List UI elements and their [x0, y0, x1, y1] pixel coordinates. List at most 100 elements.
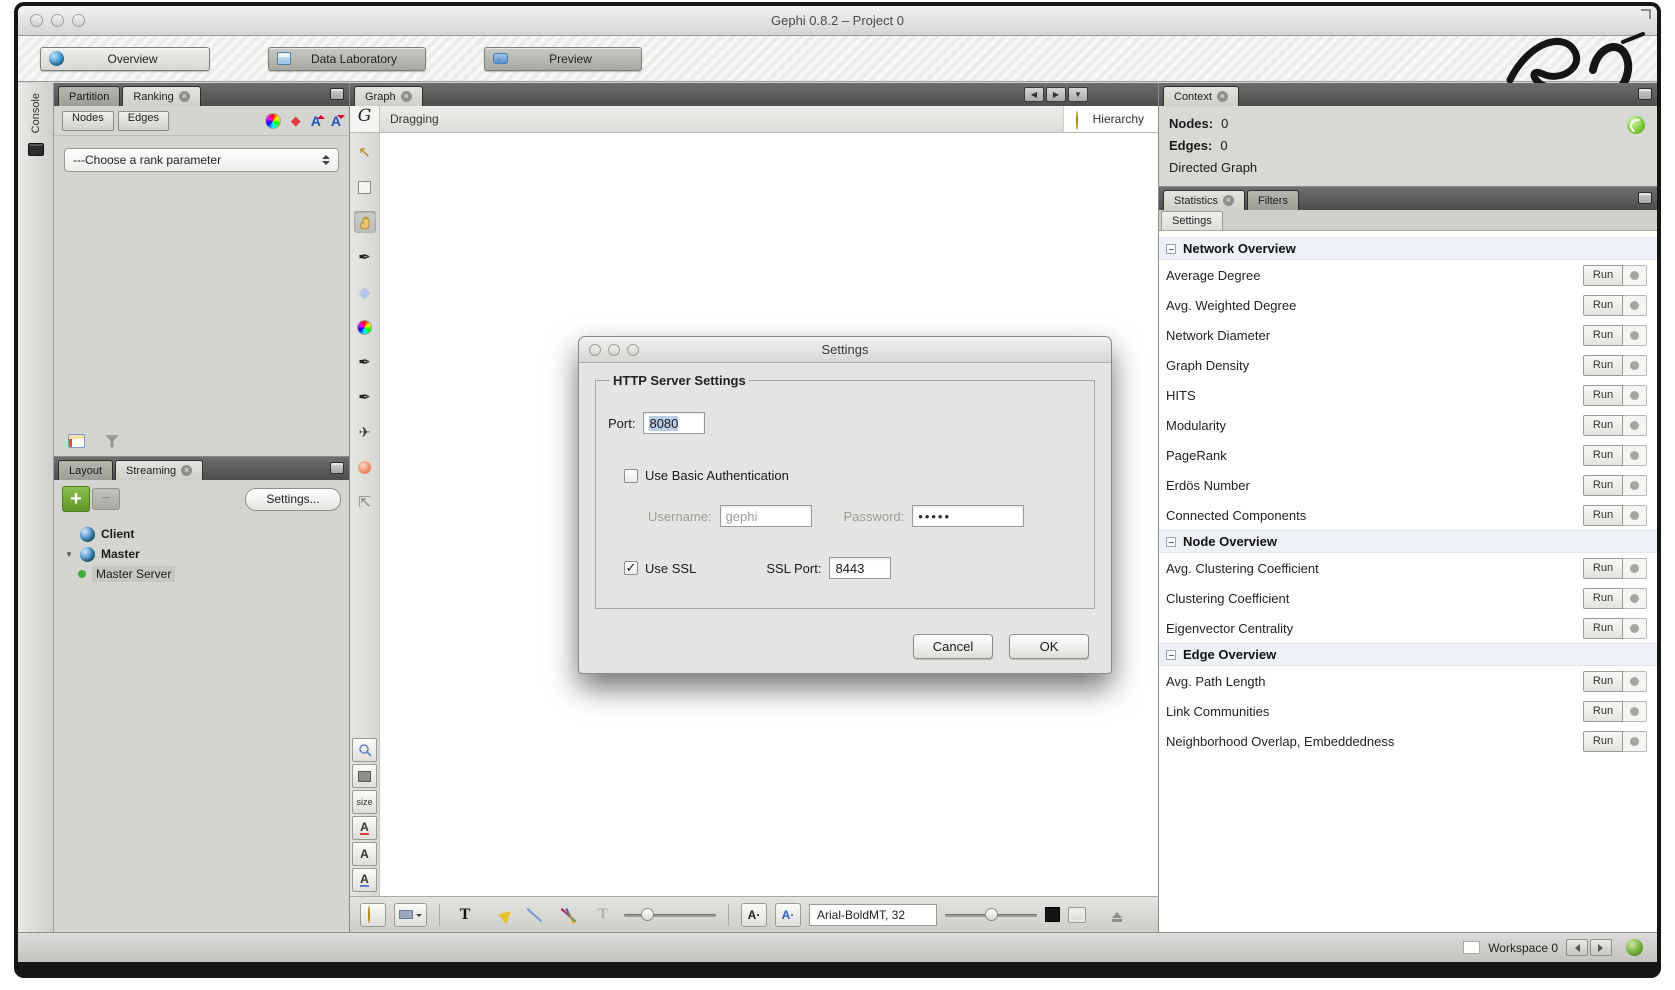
edge-color-mixed-button[interactable] [556, 903, 582, 927]
collapse-icon[interactable] [1166, 244, 1176, 254]
filter-funnel-icon[interactable] [105, 435, 119, 448]
terminal-icon[interactable] [28, 143, 44, 156]
tab-filters[interactable]: Filters [1247, 190, 1299, 210]
label-attributes-button[interactable] [486, 903, 514, 927]
heat-node-tool[interactable] [354, 456, 376, 478]
edge-bulb-button[interactable] [360, 903, 386, 927]
text-size-disabled-button[interactable]: T [590, 903, 616, 927]
subtab-settings[interactable]: Settings [1161, 211, 1223, 230]
edge-style-dropdown[interactable] [394, 903, 427, 927]
info-dot-button[interactable] [1623, 558, 1647, 579]
streaming-tab-close-icon[interactable]: × [181, 465, 192, 476]
edge-label-color-button[interactable]: A [352, 868, 377, 892]
streaming-settings-button[interactable]: Settings... [245, 488, 341, 511]
node-label-color-button[interactable]: A [352, 816, 377, 840]
label-color-ranking-icon[interactable]: A [311, 113, 321, 129]
collapse-icon[interactable] [1166, 537, 1176, 547]
master-expand-icon[interactable]: ▼ [64, 550, 74, 559]
label-size-slider[interactable] [945, 908, 1037, 922]
cancel-button[interactable]: Cancel [913, 634, 993, 659]
info-dot-button[interactable] [1623, 385, 1647, 406]
run-button[interactable]: Run [1583, 325, 1623, 346]
run-button[interactable]: Run [1583, 701, 1623, 722]
info-dot-button[interactable] [1623, 295, 1647, 316]
section-node-overview[interactable]: Node Overview [1159, 530, 1657, 553]
node-pencil-tool[interactable]: ✒ [354, 351, 376, 373]
tab-graph[interactable]: Graph × [354, 86, 423, 106]
basic-auth-checkbox[interactable] [624, 469, 638, 483]
painter-tool[interactable]: ✒ [354, 246, 376, 268]
context-minimize-icon[interactable] [1638, 88, 1652, 100]
show-labels-button[interactable]: T [452, 903, 478, 927]
console-tab[interactable]: Console [30, 93, 42, 133]
node-color-tool[interactable] [354, 316, 376, 338]
section-network-overview[interactable]: Network Overview [1159, 237, 1657, 260]
collapse-icon[interactable] [1166, 650, 1176, 660]
size-mode-button[interactable]: size [352, 790, 377, 814]
edge-pencil-tool[interactable]: ✒ [354, 386, 376, 408]
password-field[interactable]: ••••• [912, 505, 1024, 527]
streaming-minimize-icon[interactable] [330, 462, 344, 474]
run-button[interactable]: Run [1583, 415, 1623, 436]
info-dot-button[interactable] [1623, 731, 1647, 752]
ok-button[interactable]: OK [1009, 634, 1089, 659]
zoom-reset-button[interactable] [352, 738, 377, 762]
data-laboratory-button[interactable]: Data Laboratory [268, 47, 426, 71]
label-size-slider-knob[interactable] [985, 908, 998, 921]
statistics-minimize-icon[interactable] [1638, 192, 1652, 204]
info-dot-button[interactable] [1623, 445, 1647, 466]
rectangle-select-tool[interactable] [354, 176, 376, 198]
tab-list-button[interactable]: ▼ [1068, 87, 1088, 102]
run-button[interactable]: Run [1583, 385, 1623, 406]
remove-connection-button[interactable]: − [92, 488, 120, 510]
nodes-toggle-button[interactable]: Nodes [62, 111, 114, 131]
run-button[interactable]: Run [1583, 618, 1623, 639]
run-button[interactable]: Run [1583, 671, 1623, 692]
node-label-plain-button[interactable]: A [352, 842, 377, 866]
ssl-port-field[interactable]: 8443 [829, 557, 891, 579]
size-ranking-icon[interactable]: ◆ [291, 114, 301, 127]
context-tab-close-icon[interactable]: × [1217, 91, 1228, 102]
heatmap-tool[interactable]: ◆ [354, 281, 376, 303]
edge-weight-slider[interactable] [624, 908, 716, 922]
info-dot-button[interactable] [1623, 355, 1647, 376]
shortest-path-tool[interactable]: ✈ [354, 421, 376, 443]
background-color-button[interactable] [352, 764, 377, 788]
info-dot-button[interactable] [1623, 701, 1647, 722]
tab-partition[interactable]: Partition [58, 86, 120, 106]
username-field[interactable]: gephi [720, 505, 812, 527]
tree-item-master[interactable]: ▼ Master [64, 544, 349, 564]
tab-layout[interactable]: Layout [58, 460, 113, 480]
ssl-checkbox[interactable]: ✓ [624, 561, 638, 575]
tab-streaming[interactable]: Streaming × [115, 460, 203, 480]
screenshot-button[interactable] [1068, 907, 1086, 923]
run-button[interactable]: Run [1583, 558, 1623, 579]
section-edge-overview[interactable]: Edge Overview [1159, 643, 1657, 666]
context-refresh-icon[interactable] [1627, 116, 1645, 134]
add-connection-button[interactable]: + [62, 486, 90, 512]
info-dot-button[interactable] [1623, 265, 1647, 286]
tab-ranking[interactable]: Ranking × [122, 86, 200, 106]
info-dot-button[interactable] [1623, 505, 1647, 526]
info-dot-button[interactable] [1623, 475, 1647, 496]
info-dot-button[interactable] [1623, 618, 1647, 639]
collapse-toolbar-icon[interactable] [1112, 907, 1122, 922]
node-font-button[interactable]: A· [741, 903, 767, 927]
run-button[interactable]: Run [1583, 295, 1623, 316]
tab-context[interactable]: Context × [1163, 86, 1239, 106]
edit-tool[interactable]: ⇱ [354, 491, 376, 513]
workspace-next-button[interactable] [1590, 939, 1612, 956]
statistics-tab-close-icon[interactable]: × [1223, 195, 1234, 206]
run-button[interactable]: Run [1583, 505, 1623, 526]
info-dot-button[interactable] [1623, 415, 1647, 436]
run-button[interactable]: Run [1583, 731, 1623, 752]
ranking-tab-close-icon[interactable]: × [179, 91, 190, 102]
tab-statistics[interactable]: Statistics × [1163, 190, 1245, 210]
tab-scroll-right-button[interactable]: ▶ [1046, 87, 1066, 102]
result-table-icon[interactable] [68, 434, 85, 448]
font-field[interactable]: Arial-BoldMT, 32 [809, 904, 937, 926]
graph-tab-close-icon[interactable]: × [401, 91, 412, 102]
color-ranking-icon[interactable] [265, 113, 281, 129]
edges-toggle-button[interactable]: Edges [118, 111, 169, 131]
info-dot-button[interactable] [1623, 671, 1647, 692]
